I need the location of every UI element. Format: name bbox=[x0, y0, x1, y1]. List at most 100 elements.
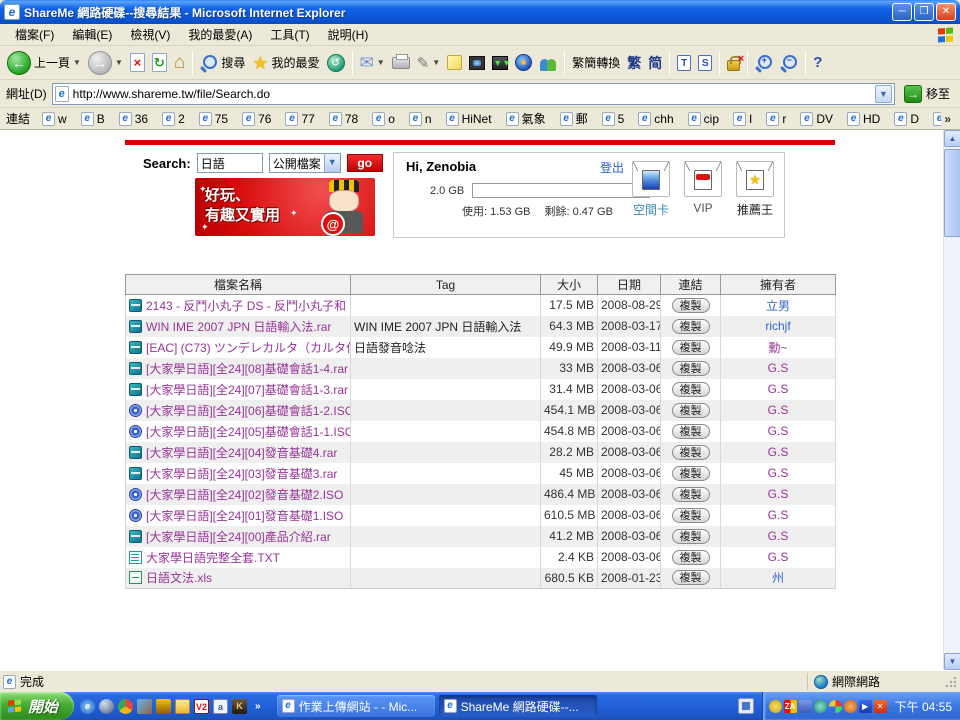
folder-icon[interactable] bbox=[175, 698, 191, 714]
forward-dropdown-icon[interactable]: ▼ bbox=[115, 58, 123, 67]
file-link[interactable]: [大家學日語][全24][04]發音基礎4.rar bbox=[146, 446, 337, 460]
file-link[interactable]: [大家學日語][全24][00]產品介紹.rar bbox=[146, 530, 331, 544]
promo-space-card[interactable]: 空間卡 bbox=[630, 161, 672, 218]
mail-dropdown-icon[interactable]: ▼ bbox=[377, 58, 385, 67]
file-owner-link[interactable]: 立男 bbox=[720, 294, 836, 316]
link-item[interactable]: e郵 bbox=[554, 109, 594, 128]
link-item[interactable]: eo bbox=[366, 111, 401, 127]
copy-button[interactable]: 複製 bbox=[671, 528, 710, 544]
link-item[interactable]: en bbox=[403, 111, 438, 127]
link-item[interactable]: er bbox=[760, 111, 792, 127]
link-item[interactable]: e HiNet bbox=[440, 111, 498, 127]
zoom-out-button[interactable]: − bbox=[777, 52, 801, 74]
link-item[interactable]: eD bbox=[888, 111, 925, 127]
file-link[interactable]: WIN IME 2007 JPN 日語輸入法.rar bbox=[146, 320, 331, 334]
forward-button[interactable]: → ▼ bbox=[85, 49, 126, 77]
link-item[interactable]: eI bbox=[727, 111, 758, 127]
unlock-button[interactable] bbox=[724, 53, 744, 73]
menu-file[interactable]: 檔案(F) bbox=[6, 24, 63, 45]
file-owner-link[interactable]: 州 bbox=[720, 567, 836, 589]
scroll-down-icon[interactable]: ▼ bbox=[944, 653, 960, 670]
scroll-thumb[interactable] bbox=[944, 149, 960, 237]
copy-button[interactable]: 複製 bbox=[671, 381, 710, 397]
file-owner-link[interactable]: G.S bbox=[720, 483, 836, 505]
zonealarm-icon[interactable]: ZA bbox=[783, 699, 797, 713]
address-dropdown-icon[interactable]: ▼ bbox=[874, 84, 892, 103]
file-owner-link[interactable]: G.S bbox=[720, 399, 836, 421]
link-item[interactable]: e HD bbox=[841, 111, 886, 127]
net-globe-icon[interactable] bbox=[813, 699, 827, 713]
scroll-up-icon[interactable]: ▲ bbox=[944, 130, 960, 147]
file-owner-link[interactable]: G.S bbox=[720, 546, 836, 568]
link-item[interactable]: e 78 bbox=[323, 111, 364, 127]
file-link[interactable]: [大家學日語][全24][05]基礎會話1-1.ISO bbox=[146, 425, 350, 439]
file-link[interactable]: 大家學日語完整全套.TXT bbox=[146, 551, 280, 565]
start-button[interactable]: 開始 bbox=[0, 692, 75, 720]
file-link[interactable]: [大家學日語][全24][01]發音基礎1.ISO bbox=[146, 509, 343, 523]
update-icon[interactable] bbox=[798, 699, 812, 713]
link-item[interactable]: e數 bbox=[927, 109, 942, 128]
refresh-button[interactable]: ↻ bbox=[149, 51, 170, 74]
file-owner-link[interactable]: G.S bbox=[720, 420, 836, 442]
menu-tools[interactable]: 工具(T) bbox=[261, 24, 318, 45]
copy-button[interactable]: 複製 bbox=[671, 444, 710, 460]
messenger-button[interactable] bbox=[536, 53, 560, 73]
minimize-button[interactable]: ─ bbox=[892, 3, 912, 21]
notepad-icon[interactable]: a bbox=[213, 698, 229, 714]
link-item[interactable]: e 75 bbox=[193, 111, 234, 127]
search-button[interactable]: 搜尋 bbox=[197, 52, 248, 74]
link-item[interactable]: e 76 bbox=[236, 111, 277, 127]
link-item[interactable]: e2 bbox=[156, 111, 191, 127]
file-link[interactable]: [大家學日語][全24][06]基礎會話1-2.ISO bbox=[146, 404, 350, 418]
file-owner-link[interactable]: richjf bbox=[720, 315, 836, 337]
ie-icon[interactable]: e bbox=[80, 698, 96, 714]
promo-vip[interactable]: VIP bbox=[682, 161, 724, 218]
taskbar-shortcut-icon[interactable] bbox=[737, 698, 754, 714]
logout-link[interactable]: 登出 bbox=[600, 159, 624, 176]
traditional-button[interactable]: 繁 bbox=[624, 52, 644, 74]
stop-button[interactable]: × bbox=[127, 51, 148, 74]
photo-icon[interactable] bbox=[137, 698, 153, 714]
chrome-icon[interactable] bbox=[118, 698, 134, 714]
pinwheel-icon[interactable] bbox=[828, 699, 842, 713]
ad-banner[interactable]: ✦ ✦ ✦ 好玩、 有趣又實用 @ bbox=[195, 178, 375, 236]
clipboard-s-button[interactable]: S bbox=[695, 53, 715, 73]
link-item[interactable]: e 氣象 bbox=[500, 109, 552, 128]
play-icon[interactable]: ▶ bbox=[858, 699, 872, 713]
browser-globe-icon[interactable] bbox=[99, 698, 115, 714]
key-icon[interactable] bbox=[768, 699, 782, 713]
zoom-in-button[interactable]: + bbox=[752, 52, 776, 74]
v2-icon[interactable]: V2 bbox=[194, 698, 210, 714]
media-search-button[interactable] bbox=[466, 54, 488, 72]
close-button[interactable]: ✕ bbox=[936, 3, 956, 21]
winamp-icon[interactable] bbox=[156, 698, 172, 714]
copy-button[interactable]: 複製 bbox=[671, 423, 710, 439]
link-item[interactable]: e DV bbox=[794, 111, 839, 127]
simplified-button[interactable]: 简 bbox=[645, 52, 665, 74]
menu-view[interactable]: 檢視(V) bbox=[121, 24, 179, 45]
copy-button[interactable]: 複製 bbox=[671, 486, 710, 502]
menu-edit[interactable]: 編輯(E) bbox=[63, 24, 121, 45]
file-owner-link[interactable]: G.S bbox=[720, 378, 836, 400]
copy-button[interactable]: 複製 bbox=[671, 402, 710, 418]
menu-favorites[interactable]: 我的最愛(A) bbox=[179, 24, 261, 45]
clipboard-t-button[interactable]: T bbox=[674, 53, 694, 73]
file-owner-link[interactable]: G.S bbox=[720, 462, 836, 484]
favorites-button[interactable]: ★ 我的最愛 bbox=[249, 52, 322, 74]
link-item[interactable]: ew bbox=[36, 111, 73, 127]
flashget-button[interactable]: ▼▼ bbox=[489, 54, 511, 72]
go-button[interactable]: → 移至 bbox=[900, 84, 954, 103]
file-owner-link[interactable]: G.S bbox=[720, 357, 836, 379]
history-button[interactable]: ↺ bbox=[324, 52, 348, 74]
file-link[interactable]: [大家學日語][全24][03]發音基礎3.rar bbox=[146, 467, 337, 481]
file-link[interactable]: [EAC] (C73) ツンデレカルタ（カルタ付き bbox=[146, 341, 350, 355]
file-link[interactable]: 2143 - 反鬥小丸子 DS - 反鬥小丸子和 bbox=[146, 299, 346, 313]
quick-launch-chevron[interactable]: » bbox=[253, 701, 263, 712]
links-overflow-chevron[interactable]: » bbox=[941, 112, 954, 126]
address-url[interactable]: http://www.shareme.tw/file/Search.do bbox=[73, 87, 875, 101]
copy-button[interactable]: 複製 bbox=[671, 360, 710, 376]
file-owner-link[interactable]: G.S bbox=[720, 525, 836, 547]
address-input[interactable]: e http://www.shareme.tw/file/Search.do ▼ bbox=[51, 82, 895, 105]
file-link[interactable]: [大家學日語][全24][07]基礎會話1-3.rar bbox=[146, 383, 348, 397]
select-dropdown-icon[interactable]: ▼ bbox=[323, 154, 340, 172]
